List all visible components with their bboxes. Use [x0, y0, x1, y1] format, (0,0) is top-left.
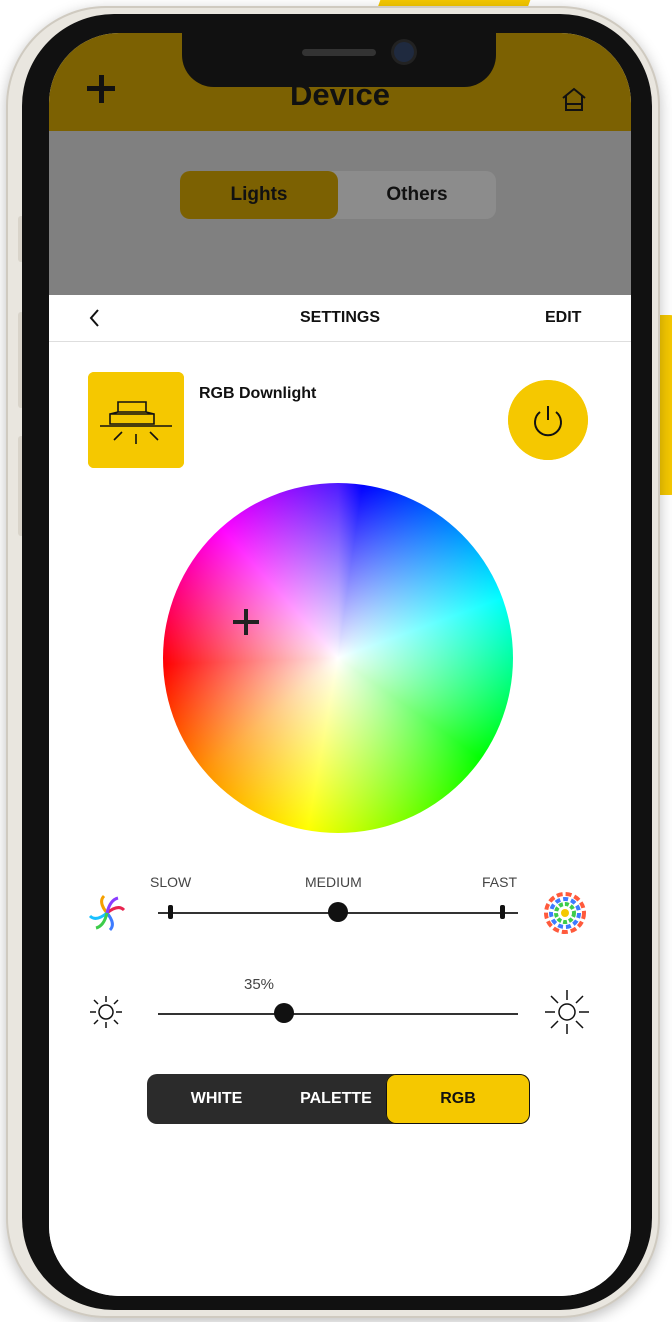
sun-large-icon: [545, 990, 589, 1034]
category-tabs: Lights Others: [180, 171, 496, 219]
tab-others[interactable]: Others: [338, 171, 496, 219]
power-button[interactable]: [508, 380, 588, 460]
speaker: [302, 49, 376, 56]
speed-tick-slow: [168, 905, 173, 919]
camera: [394, 42, 414, 62]
brightness-track[interactable]: [158, 1013, 518, 1015]
edit-button[interactable]: EDIT: [545, 309, 581, 327]
device-name: RGB Downlight: [199, 385, 317, 402]
speed-label-medium: MEDIUM: [305, 874, 362, 890]
settings-title: SETTINGS: [299, 309, 380, 326]
mode-rgb[interactable]: RGB: [386, 1074, 530, 1124]
color-cursor-icon[interactable]: [233, 609, 259, 635]
screen: Device Lights Others SETTINGS EDIT RGB D…: [49, 33, 631, 1296]
mode-selector: WHITE PALETTE RGB: [147, 1074, 530, 1124]
color-wheel[interactable]: [163, 483, 513, 833]
mode-white[interactable]: WHITE: [147, 1074, 286, 1124]
speed-label-fast: FAST: [482, 874, 518, 890]
settings-bar: SETTINGS EDIT: [49, 295, 631, 342]
home-icon[interactable]: [559, 84, 589, 114]
pinwheel-slow-icon: [88, 894, 126, 932]
downlight-icon: [88, 372, 184, 468]
mode-palette[interactable]: PALETTE: [286, 1074, 386, 1124]
brightness-value: 35%: [244, 976, 275, 993]
settings-sheet: SETTINGS EDIT RGB Downlight SLOW MEDIUM …: [49, 295, 631, 1296]
speed-tick-fast: [500, 905, 505, 919]
speed-slider-knob[interactable]: [328, 902, 348, 922]
sun-small-icon: [90, 996, 122, 1028]
brightness-slider-knob[interactable]: [274, 1003, 294, 1023]
pinwheel-fast-icon: [544, 892, 586, 934]
notch: [182, 33, 496, 87]
tab-lights[interactable]: Lights: [180, 171, 338, 219]
speed-label-slow: SLOW: [150, 874, 192, 890]
